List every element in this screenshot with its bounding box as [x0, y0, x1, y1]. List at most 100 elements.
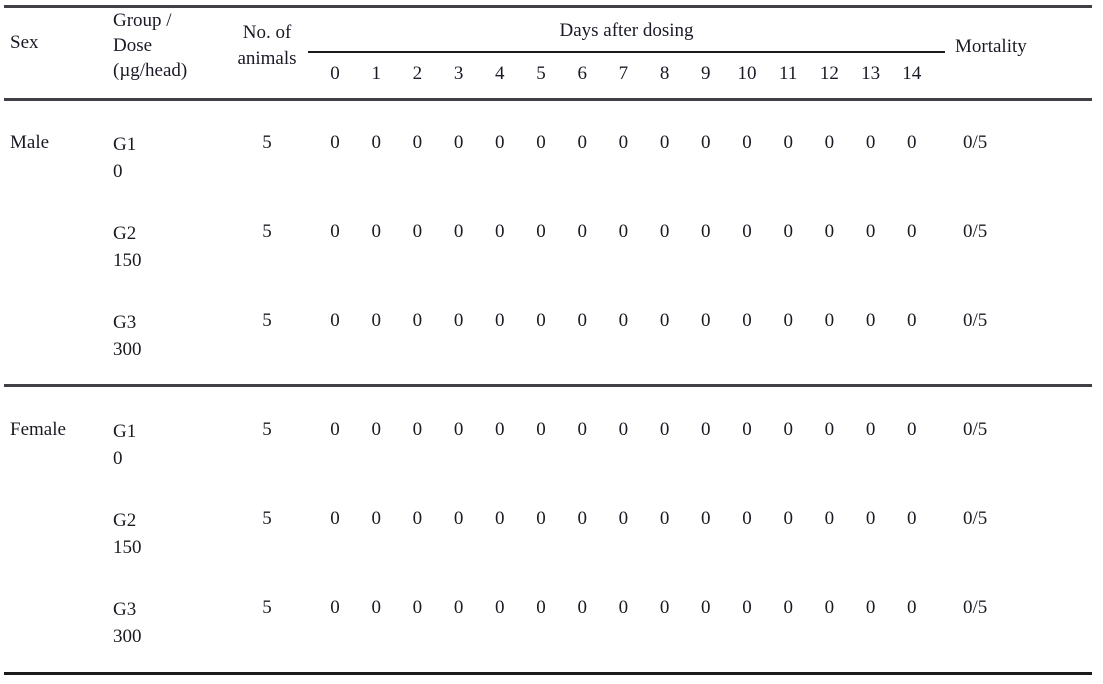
cell-day-6: 0 — [577, 508, 587, 529]
day-header-3: 3 — [453, 63, 464, 84]
day-header-0: 0 — [330, 63, 340, 84]
cell-day-11: 0 — [783, 508, 793, 529]
cell-day-1: 0 — [371, 310, 381, 331]
day-header-8: 8 — [659, 63, 670, 84]
cell-day-14: 0 — [907, 508, 917, 529]
cell-no-of-animals: 5 — [262, 508, 272, 529]
table-bottom-rule — [4, 672, 1092, 675]
header-bottom-rule — [4, 98, 1092, 101]
cell-day-1: 0 — [371, 132, 381, 153]
cell-day-10: 0 — [742, 132, 752, 153]
cell-day-3: 0 — [453, 419, 464, 440]
cell-day-0: 0 — [330, 221, 340, 242]
cell-day-4: 0 — [495, 597, 505, 618]
cell-day-6: 0 — [577, 221, 587, 242]
cell-day-1: 0 — [371, 597, 381, 618]
cell-day-7: 0 — [618, 508, 629, 529]
cell-day-2: 0 — [412, 310, 423, 331]
dose-value: 300 — [113, 626, 142, 647]
column-header-group-dose-line1: Group / — [113, 10, 172, 31]
cell-day-6: 0 — [577, 419, 587, 440]
cell-day-11: 0 — [783, 419, 793, 440]
cell-day-8: 0 — [659, 419, 670, 440]
column-header-no-of-animals: No. of animals — [231, 20, 303, 72]
cell-day-2: 0 — [412, 508, 423, 529]
cell-day-5: 0 — [536, 310, 546, 331]
cell-day-13: 0 — [865, 310, 876, 331]
day-header-2: 2 — [412, 63, 423, 84]
cell-group-dose: G2 150 — [113, 220, 142, 274]
cell-day-5: 0 — [536, 597, 546, 618]
dose-value: 150 — [113, 537, 142, 558]
day-header-9: 9 — [701, 63, 711, 84]
group-label: G2 — [113, 223, 137, 244]
cell-day-1: 0 — [371, 508, 381, 529]
day-header-1: 1 — [371, 63, 381, 84]
cell-day-10: 0 — [742, 221, 752, 242]
cell-day-7: 0 — [618, 310, 629, 331]
cell-day-13: 0 — [865, 597, 876, 618]
group-label: G1 — [113, 421, 137, 442]
cell-day-4: 0 — [495, 508, 505, 529]
cell-day-14: 0 — [907, 419, 917, 440]
cell-day-8: 0 — [659, 132, 670, 153]
column-header-group-dose-line3: (µg/head) — [113, 60, 188, 81]
cell-day-12: 0 — [824, 508, 835, 529]
cell-day-2: 0 — [412, 132, 423, 153]
section-divider-rule — [4, 384, 1092, 387]
cell-day-6: 0 — [577, 597, 587, 618]
cell-mortality: 0/5 — [963, 221, 988, 242]
group-label: G3 — [113, 312, 137, 333]
cell-mortality: 0/5 — [963, 597, 988, 618]
cell-day-14: 0 — [907, 597, 917, 618]
cell-no-of-animals: 5 — [262, 419, 272, 440]
cell-group-dose: G1 0 — [113, 131, 136, 185]
cell-mortality: 0/5 — [963, 310, 988, 331]
days-spanner-rule — [308, 51, 945, 53]
cell-day-10: 0 — [742, 508, 752, 529]
cell-day-5: 0 — [536, 419, 546, 440]
column-header-mortality: Mortality — [955, 36, 1027, 57]
cell-day-9: 0 — [701, 419, 711, 440]
column-header-animals-line1: No. of — [242, 22, 292, 43]
cell-day-2: 0 — [412, 419, 423, 440]
cell-day-13: 0 — [865, 132, 876, 153]
column-header-group-dose-line2: Dose — [113, 35, 153, 56]
day-header-5: 5 — [536, 63, 546, 84]
column-header-sex: Sex — [10, 32, 39, 53]
cell-day-5: 0 — [536, 508, 546, 529]
day-header-14: 14 — [902, 63, 922, 84]
cell-day-14: 0 — [907, 132, 917, 153]
cell-group-dose: G3 300 — [113, 596, 142, 650]
cell-group-dose: G1 0 — [113, 418, 136, 472]
cell-day-4: 0 — [495, 221, 505, 242]
day-header-6: 6 — [577, 63, 587, 84]
cell-day-9: 0 — [701, 132, 711, 153]
cell-day-10: 0 — [742, 419, 752, 440]
cell-day-7: 0 — [618, 419, 629, 440]
cell-day-6: 0 — [577, 310, 587, 331]
day-header-10: 10 — [737, 63, 757, 84]
cell-mortality: 0/5 — [963, 132, 988, 153]
cell-day-2: 0 — [412, 221, 423, 242]
column-header-group-dose: Group / Dose (µg/head) — [113, 8, 233, 83]
cell-day-0: 0 — [330, 132, 340, 153]
cell-day-11: 0 — [783, 310, 793, 331]
dose-value: 150 — [113, 250, 142, 271]
cell-day-11: 0 — [783, 597, 793, 618]
cell-day-0: 0 — [330, 597, 340, 618]
cell-sex-female: Female — [10, 419, 66, 440]
cell-day-11: 0 — [783, 221, 793, 242]
cell-day-14: 0 — [907, 310, 917, 331]
group-label: G2 — [113, 510, 137, 531]
cell-day-8: 0 — [659, 221, 670, 242]
cell-day-7: 0 — [618, 597, 629, 618]
cell-day-10: 0 — [742, 310, 752, 331]
cell-day-3: 0 — [453, 508, 464, 529]
cell-day-5: 0 — [536, 132, 546, 153]
cell-day-9: 0 — [701, 221, 711, 242]
cell-day-0: 0 — [330, 310, 340, 331]
cell-day-13: 0 — [865, 508, 876, 529]
dose-value: 0 — [113, 448, 123, 469]
column-header-days-after-dosing: Days after dosing — [559, 20, 694, 41]
